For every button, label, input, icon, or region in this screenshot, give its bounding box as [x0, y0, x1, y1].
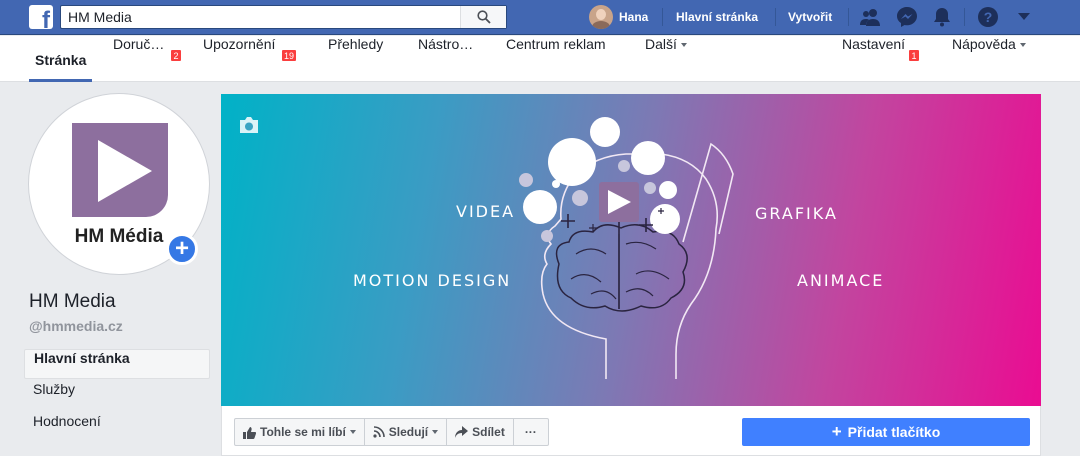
cover-photo[interactable]: Videa Grafika Motion design Animace — [221, 94, 1041, 406]
chevron-down-icon — [432, 430, 439, 434]
tab-tools[interactable]: Nástro… — [418, 36, 473, 82]
search-button[interactable] — [460, 6, 506, 28]
search-box — [60, 5, 507, 29]
svg-text:?: ? — [984, 9, 993, 25]
help-icon[interactable]: ? — [976, 6, 1000, 28]
page-action-bar: Tohle se mi líbí Sledují Sdílet ··· + Př… — [221, 406, 1041, 456]
more-dots-icon: ··· — [524, 425, 537, 439]
divider — [775, 8, 776, 26]
more-options-button[interactable]: ··· — [512, 418, 549, 446]
cover-illustration — [519, 117, 734, 379]
rss-feed-icon — [373, 426, 385, 438]
tab-more[interactable]: Další — [645, 36, 687, 82]
tab-settings[interactable]: Nastavení — [842, 36, 905, 82]
add-button-button[interactable]: + Přidat tlačítko — [742, 418, 1030, 446]
page-title[interactable]: HM Media — [29, 291, 116, 313]
cover-label-animation: Animace — [797, 271, 885, 290]
share-button[interactable]: Sdílet — [446, 418, 514, 446]
cover-label-graphics: Grafika — [755, 204, 838, 223]
divider — [964, 8, 965, 26]
chevron-down-icon — [680, 43, 687, 48]
notifications-bell-icon[interactable] — [930, 6, 954, 28]
top-navigation-bar: f Hana Hlavní stránka Vytvořit ? — [0, 0, 1080, 35]
avatar — [589, 5, 613, 29]
cover-label-motion-design: Motion design — [353, 271, 512, 290]
thumbs-up-icon — [243, 426, 256, 439]
notifications-count-badge: 19 — [281, 49, 298, 62]
sidebar-item-services[interactable]: Služby — [24, 381, 210, 411]
divider — [662, 8, 663, 26]
search-input[interactable] — [61, 6, 461, 28]
settings-count-badge: 1 — [908, 49, 920, 62]
plus-icon: + — [831, 422, 842, 441]
messenger-icon[interactable] — [895, 6, 919, 28]
tab-ad-center[interactable]: Centrum reklam — [506, 36, 606, 82]
account-menu-chevron-down-icon[interactable] — [1012, 6, 1036, 28]
tab-notifications[interactable]: Upozornění — [203, 36, 275, 82]
inbox-count-badge: 2 — [170, 49, 182, 62]
share-arrow-icon — [455, 426, 469, 438]
like-button[interactable]: Tohle se mi líbí — [234, 418, 365, 446]
add-profile-photo-plus-icon[interactable]: + — [166, 233, 198, 265]
search-icon — [476, 10, 491, 24]
follow-button[interactable]: Sledují — [363, 418, 448, 446]
play-logo-icon — [72, 123, 168, 217]
chevron-down-icon — [349, 430, 356, 434]
sidebar-item-reviews[interactable]: Hodnocení — [24, 413, 210, 443]
facebook-logo-icon[interactable]: f — [29, 5, 53, 29]
divider — [848, 8, 849, 26]
tab-help[interactable]: Nápověda — [952, 36, 1026, 82]
friend-requests-icon[interactable] — [859, 6, 883, 28]
create-link[interactable]: Vytvořit — [788, 10, 832, 24]
page-username[interactable]: @hmmedia.cz — [29, 318, 123, 334]
sidebar-item-home[interactable]: Hlavní stránka — [24, 349, 210, 379]
tab-inbox[interactable]: Doruč… — [113, 36, 164, 82]
user-name: Hana — [619, 10, 649, 24]
chevron-down-icon — [1019, 43, 1026, 48]
camera-icon[interactable] — [238, 116, 260, 134]
page-actions-group: Tohle se mi líbí Sledují Sdílet ··· — [234, 418, 549, 446]
profile-link[interactable]: Hana — [589, 5, 648, 29]
tab-insights[interactable]: Přehledy — [328, 36, 383, 82]
cover-label-videos: Videa — [456, 202, 516, 221]
tab-page[interactable]: Stránka — [29, 36, 93, 82]
page-tabs-bar: Stránka Doruč… 2 Upozornění 19 Přehledy … — [0, 36, 1080, 82]
home-link[interactable]: Hlavní stránka — [676, 10, 758, 24]
